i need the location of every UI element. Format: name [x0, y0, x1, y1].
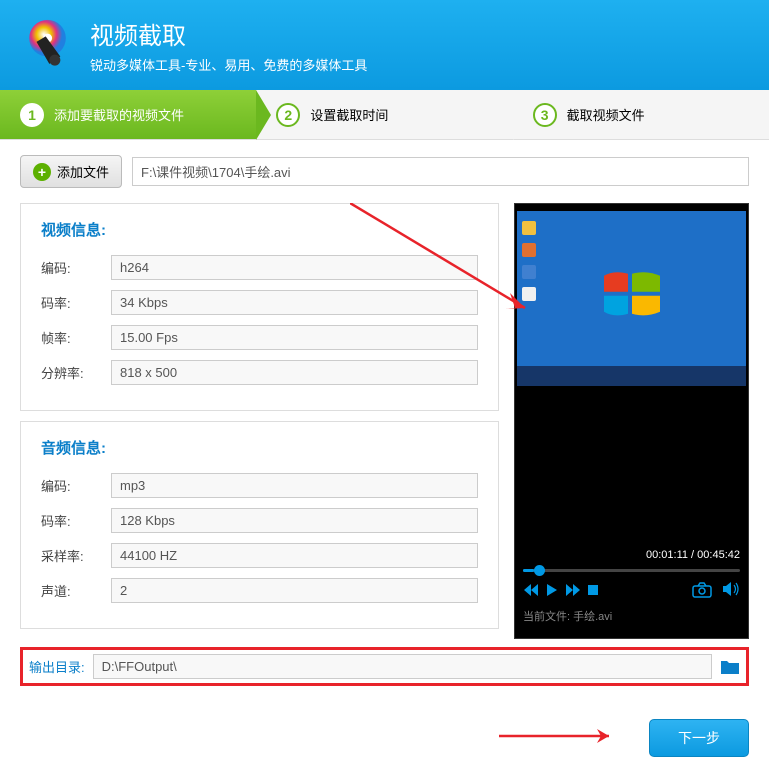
step-1[interactable]: 1 添加要截取的视频文件: [0, 90, 256, 139]
forward-icon[interactable]: [565, 583, 581, 597]
info-row: 编码:h264: [41, 255, 478, 280]
info-label: 帧率:: [41, 328, 111, 347]
info-row: 编码:mp3: [41, 473, 478, 498]
info-value: h264: [111, 255, 478, 280]
info-row: 采样率:44100 HZ: [41, 543, 478, 568]
step-num: 3: [533, 103, 557, 127]
next-button[interactable]: 下一步: [649, 719, 749, 757]
output-dir-row: 输出目录:: [20, 647, 749, 686]
info-label: 采样率:: [41, 546, 111, 565]
plus-icon: +: [33, 163, 51, 181]
info-row: 码率:128 Kbps: [41, 508, 478, 533]
info-row: 帧率:15.00 Fps: [41, 325, 478, 350]
video-time: 00:01:11 / 00:45:42: [515, 545, 748, 565]
video-preview[interactable]: [517, 211, 746, 386]
video-info-section: 视频信息: 编码:h264 码率:34 Kbps 帧率:15.00 Fps 分辨…: [20, 203, 499, 411]
windows-logo-icon: [602, 267, 662, 319]
annotation-arrow-icon: [499, 727, 629, 745]
video-player: 00:01:11 / 00:45:42 当前文件: 手绘.avi: [514, 203, 749, 639]
video-info-title: 视频信息:: [41, 219, 478, 240]
info-value: mp3: [111, 473, 478, 498]
info-value: 44100 HZ: [111, 543, 478, 568]
step-num: 2: [276, 103, 300, 127]
volume-icon[interactable]: [722, 582, 740, 596]
app-logo-icon: [20, 18, 75, 73]
info-value: 2: [111, 578, 478, 603]
info-value: 15.00 Fps: [111, 325, 478, 350]
stop-icon[interactable]: [587, 583, 599, 597]
audio-info-section: 音频信息: 编码:mp3 码率:128 Kbps 采样率:44100 HZ 声道…: [20, 421, 499, 629]
step-nav: 1 添加要截取的视频文件 2 设置截取时间 3 截取视频文件: [0, 90, 769, 140]
info-value: 128 Kbps: [111, 508, 478, 533]
current-file-label: 当前文件: 手绘.avi: [515, 604, 748, 628]
app-header: 视频截取 锐动多媒体工具-专业、易用、免费的多媒体工具: [0, 0, 769, 90]
info-row: 分辨率:818 x 500: [41, 360, 478, 385]
info-row: 声道:2: [41, 578, 478, 603]
info-label: 分辨率:: [41, 363, 111, 382]
footer: 下一步: [0, 709, 769, 767]
output-dir-input[interactable]: [93, 654, 712, 679]
step-label: 截取视频文件: [567, 105, 645, 124]
info-row: 码率:34 Kbps: [41, 290, 478, 315]
info-value: 818 x 500: [111, 360, 478, 385]
file-path-input[interactable]: [132, 157, 749, 186]
info-label: 码率:: [41, 511, 111, 530]
camera-icon[interactable]: [692, 582, 712, 598]
folder-icon[interactable]: [720, 659, 740, 675]
info-label: 编码:: [41, 258, 111, 277]
step-label: 设置截取时间: [310, 105, 388, 124]
audio-info-title: 音频信息:: [41, 437, 478, 458]
step-num: 1: [20, 103, 44, 127]
step-2[interactable]: 2 设置截取时间: [256, 90, 512, 139]
step-3[interactable]: 3 截取视频文件: [513, 90, 769, 139]
play-icon[interactable]: [545, 583, 559, 597]
info-label: 编码:: [41, 476, 111, 495]
add-file-button[interactable]: + 添加文件: [20, 155, 122, 188]
app-subtitle: 锐动多媒体工具-专业、易用、免费的多媒体工具: [90, 55, 367, 74]
info-panel: 视频信息: 编码:h264 码率:34 Kbps 帧率:15.00 Fps 分辨…: [20, 203, 499, 639]
rewind-icon[interactable]: [523, 583, 539, 597]
step-label: 添加要截取的视频文件: [54, 105, 184, 124]
app-title: 视频截取: [90, 16, 367, 51]
info-value: 34 Kbps: [111, 290, 478, 315]
info-label: 码率:: [41, 293, 111, 312]
add-file-label: 添加文件: [57, 162, 109, 181]
video-progress-slider[interactable]: [515, 565, 748, 576]
output-dir-label: 输出目录:: [29, 657, 85, 676]
toolbar: + 添加文件: [20, 155, 749, 188]
info-label: 声道:: [41, 581, 111, 600]
